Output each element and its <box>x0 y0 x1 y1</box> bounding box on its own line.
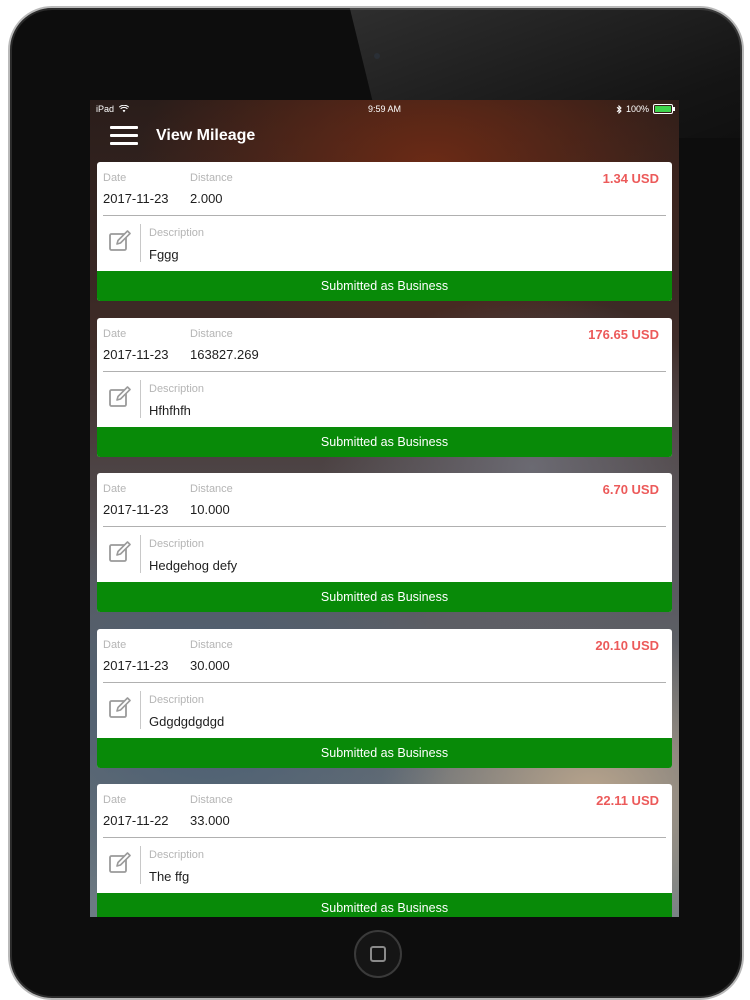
mileage-entry-card[interactable]: Date Distance 2017-11-22 33.000 22.11 US… <box>97 784 672 917</box>
description-label: Description <box>149 693 205 706</box>
date-label: Date <box>103 483 127 495</box>
home-button[interactable] <box>354 930 402 978</box>
description-value: The ffg <box>149 869 190 884</box>
submission-status: Submitted as Business <box>97 271 672 301</box>
mileage-entry-card[interactable]: Date Distance 2017-11-23 30.000 20.10 US… <box>97 628 672 768</box>
description-value: Hedgehog defy <box>149 558 238 573</box>
description-separator <box>140 846 141 884</box>
distance-value: 10.000 <box>190 502 230 517</box>
home-square-icon <box>370 946 386 962</box>
distance-label: Distance <box>190 172 233 184</box>
battery-percent: 100% <box>625 104 649 114</box>
description-separator <box>140 690 141 729</box>
description-value: Fggg <box>149 247 179 262</box>
edit-note-icon[interactable] <box>108 229 132 253</box>
description-label: Description <box>149 382 205 395</box>
description-value: Hfhfhfh <box>149 402 191 418</box>
submission-status: Submitted as Business <box>97 737 672 768</box>
distance-label: Distance <box>190 327 233 340</box>
system-status-bar: iPad 9:59 AM 100% <box>90 100 679 118</box>
date-value: 2017-11-23 <box>103 502 169 517</box>
amount-value: 176.65 USD <box>588 326 659 342</box>
description-value: Gdgdgdgdgd <box>149 713 225 729</box>
date-value: 2017-11-23 <box>103 191 169 206</box>
entry-divider <box>103 215 666 216</box>
date-label: Date <box>103 638 127 651</box>
hamburger-menu-icon[interactable] <box>110 126 140 146</box>
edit-note-icon[interactable] <box>108 696 132 720</box>
edit-note-icon[interactable] <box>108 385 132 409</box>
description-label: Description <box>149 849 205 861</box>
date-label: Date <box>103 327 127 340</box>
description-label: Description <box>149 538 205 550</box>
description-label: Description <box>149 227 205 239</box>
distance-value: 2.000 <box>190 191 223 206</box>
description-separator <box>140 224 141 262</box>
ipad-device-frame: iPad 9:59 AM 100% View Mileage Date Dist… <box>8 6 744 1000</box>
date-label: Date <box>103 172 127 184</box>
edit-note-icon[interactable] <box>108 540 132 564</box>
status-right: 100% <box>616 104 675 114</box>
status-time: 9:59 AM <box>367 104 402 114</box>
submission-status: Submitted as Business <box>97 582 672 612</box>
description-separator <box>140 535 141 573</box>
amount-value: 6.70 USD <box>602 482 659 497</box>
submission-status: Submitted as Business <box>97 426 672 457</box>
entry-divider <box>103 837 666 838</box>
amount-value: 1.34 USD <box>602 171 659 186</box>
edit-note-icon[interactable] <box>108 851 132 875</box>
distance-value: 163827.269 <box>190 346 259 362</box>
amount-value: 20.10 USD <box>595 637 659 653</box>
mileage-entry-card[interactable]: Date Distance 2017-11-23 2.000 1.34 USD … <box>97 162 672 301</box>
distance-label: Distance <box>190 794 233 806</box>
date-label: Date <box>103 794 127 806</box>
app-screen: iPad 9:59 AM 100% View Mileage Date Dist… <box>90 100 679 917</box>
battery-icon <box>653 104 675 114</box>
distance-value: 33.000 <box>190 813 230 828</box>
mileage-list: Date Distance 2017-11-23 2.000 1.34 USD … <box>97 162 672 917</box>
entry-divider <box>103 370 666 372</box>
distance-value: 30.000 <box>190 657 230 673</box>
page-title: View Mileage <box>156 127 256 144</box>
distance-label: Distance <box>190 483 233 495</box>
entry-divider <box>103 681 666 683</box>
mileage-entry-card[interactable]: Date Distance 2017-11-23 163827.269 176.… <box>97 317 672 457</box>
navigation-bar: View Mileage <box>90 118 679 158</box>
front-camera <box>374 53 380 59</box>
amount-value: 22.11 USD <box>596 793 659 808</box>
bluetooth-icon <box>616 104 622 114</box>
distance-label: Distance <box>190 638 233 651</box>
submission-status: Submitted as Business <box>97 893 672 917</box>
description-separator <box>140 379 141 418</box>
date-value: 2017-11-23 <box>103 346 169 362</box>
mileage-entry-card[interactable]: Date Distance 2017-11-23 10.000 6.70 USD… <box>97 473 672 612</box>
date-value: 2017-11-22 <box>103 813 169 828</box>
entry-divider <box>103 526 666 527</box>
date-value: 2017-11-23 <box>103 657 169 673</box>
